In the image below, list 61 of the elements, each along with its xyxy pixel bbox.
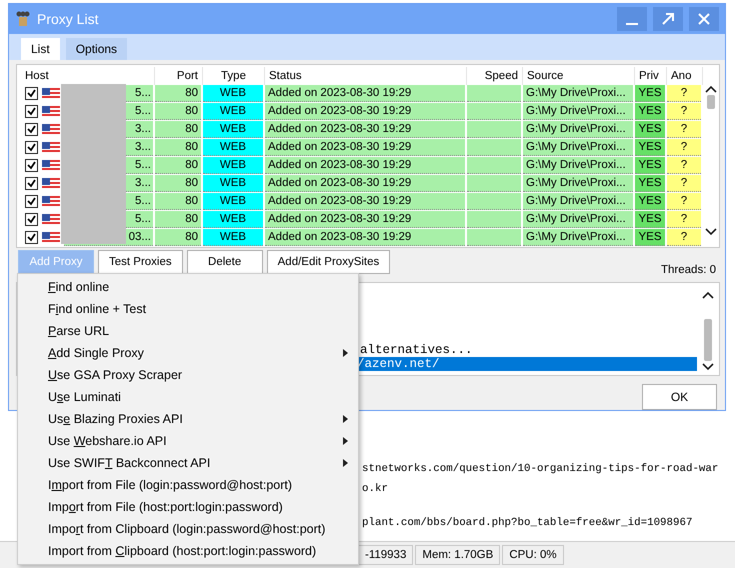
table-cell: 80 <box>155 157 201 174</box>
table-cell: Added on 2023-08-30 19:29 <box>265 139 465 156</box>
table-cell: 80 <box>155 175 201 192</box>
table-cell: Added on 2023-08-30 19:29 <box>265 121 465 138</box>
table-cell: YES <box>635 229 665 246</box>
table-cell: YES <box>635 175 665 192</box>
table-cell: G:\My Drive\Proxi... <box>523 85 633 102</box>
table-cell: YES <box>635 193 665 210</box>
table-cell: WEB <box>203 211 263 228</box>
table-cell: G:\My Drive\Proxi... <box>523 229 633 246</box>
table-cell: WEB <box>203 121 263 138</box>
threads-count: Threads: 0 <box>661 264 717 278</box>
table-cell: G:\My Drive\Proxi... <box>523 139 633 156</box>
table-cell: Added on 2023-08-30 19:29 <box>265 175 465 192</box>
log-line: stnetworks.com/question/10-organizing-tips-for-road-war <box>362 463 720 477</box>
status-field: CPU: 0% <box>502 545 564 565</box>
table-cell: ? <box>667 85 701 102</box>
table-cell: Added on 2023-08-30 19:29 <box>265 85 465 102</box>
table-cell: 80 <box>155 193 201 210</box>
table-cell: 80 <box>155 211 201 228</box>
table-cell: ? <box>667 175 701 192</box>
table-cell: WEB <box>203 157 263 174</box>
log-line: plant.com/bbs/board.php?bo_table=free&wr_id=1098967 <box>362 517 694 531</box>
table-cell: ? <box>667 139 701 156</box>
table-cell: ? <box>667 211 701 228</box>
table-cell: 80 <box>155 121 201 138</box>
table-cell: G:\My Drive\Proxi... <box>523 157 633 174</box>
table-cell: Added on 2023-08-30 19:29 <box>265 193 465 210</box>
table-cell: WEB <box>203 193 263 210</box>
log-line: o.kr <box>362 483 389 497</box>
table-cell: G:\My Drive\Proxi... <box>523 103 633 120</box>
table-cell: WEB <box>203 103 263 120</box>
table-cell: YES <box>635 85 665 102</box>
status-field: Mem: 1.70GB <box>415 545 500 565</box>
table-cell: G:\My Drive\Proxi... <box>523 193 633 210</box>
table-cell: YES <box>635 157 665 174</box>
table-cell: ? <box>667 193 701 210</box>
table-cell: WEB <box>203 175 263 192</box>
table-cell: 80 <box>155 103 201 120</box>
table-cell: G:\My Drive\Proxi... <box>523 121 633 138</box>
table-cell: ? <box>667 157 701 174</box>
table-cell: Added on 2023-08-30 19:29 <box>265 211 465 228</box>
table-cell: WEB <box>203 85 263 102</box>
table-cell: YES <box>635 139 665 156</box>
table-cell: 80 <box>155 229 201 246</box>
table-cell: YES <box>635 121 665 138</box>
table-cell: G:\My Drive\Proxi... <box>523 211 633 228</box>
table-cell: WEB <box>203 139 263 156</box>
table-cell: ? <box>667 121 701 138</box>
table-cell: Added on 2023-08-30 19:29 <box>265 103 465 120</box>
table-cell: Added on 2023-08-30 19:29 <box>265 229 465 246</box>
window-title: Proxy List <box>37 11 100 27</box>
table-cell: YES <box>635 103 665 120</box>
table-cell: ? <box>667 103 701 120</box>
table-cell: WEB <box>203 229 263 246</box>
table-cell: Added on 2023-08-30 19:29 <box>265 157 465 174</box>
table-cell: 80 <box>155 85 201 102</box>
table-cell: ? <box>667 229 701 246</box>
table-cell: 80 <box>155 139 201 156</box>
table-cell: G:\My Drive\Proxi... <box>523 175 633 192</box>
table-cell: YES <box>635 211 665 228</box>
